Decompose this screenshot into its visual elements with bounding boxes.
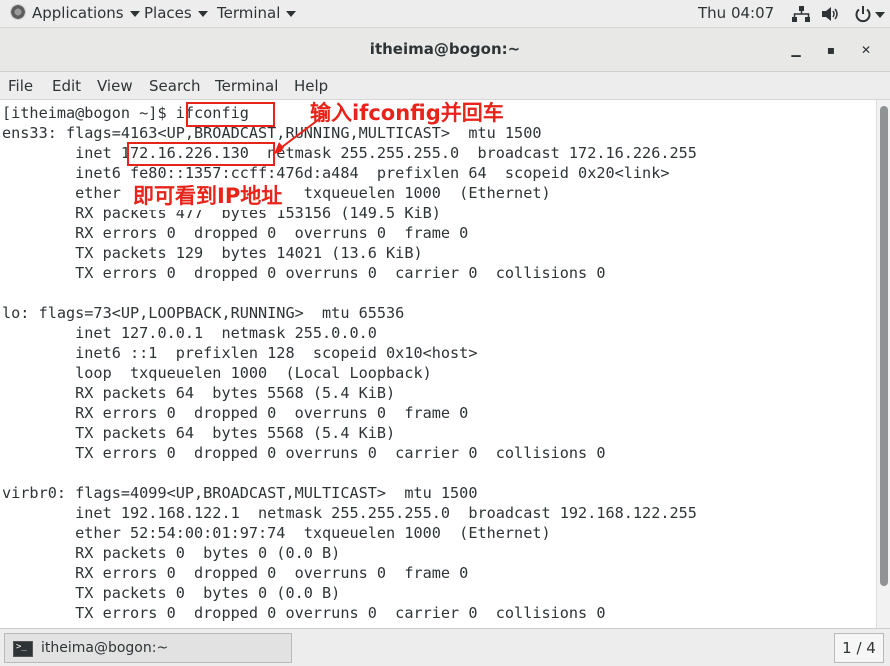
taskbar-window-item[interactable]: >_ itheima@bogon:~ <box>4 633 292 663</box>
scrollbar-thumb[interactable] <box>880 106 888 586</box>
top-panel: Applications Places Terminal Thu 04:07 <box>0 0 890 28</box>
scrollbar[interactable] <box>876 100 890 628</box>
places-label: Places <box>144 4 192 22</box>
network-icon[interactable] <box>792 6 810 22</box>
terminal-icon: >_ <box>13 641 33 657</box>
terminal-line: inet6 fe80::1357:ccff:476d:a484 prefixle… <box>2 164 670 182</box>
chevron-down-icon[interactable] <box>875 12 885 18</box>
command-highlight-box <box>186 102 275 127</box>
terminal-line: TX errors 0 dropped 0 overruns 0 carrier… <box>2 444 606 462</box>
power-icon[interactable] <box>854 5 872 23</box>
ip-annotation: 即可看到IP地址 <box>130 180 286 210</box>
terminal-line: TX errors 0 dropped 0 overruns 0 carrier… <box>2 264 606 282</box>
minimize-button[interactable]: ▁ <box>784 38 808 62</box>
terminal-line: ether 00:0c:29:1a:2b:3c txqueuelen 1000 … <box>75 184 551 202</box>
terminal-line: inet6 ::1 prefixlen 128 scopeid 0x10<hos… <box>2 344 478 362</box>
menu-terminal[interactable]: Terminal <box>215 77 278 95</box>
terminal-line: ether 52:54:00:01:97:74 txqueuelen 1000 … <box>2 524 551 542</box>
chevron-down-icon <box>286 10 297 17</box>
menu-file[interactable]: File <box>8 77 33 95</box>
terminal-output: [itheima@bogon ~]$ ifconfig ens33: flags=… <box>2 103 697 623</box>
maximize-button[interactable]: ▪ <box>819 38 843 62</box>
menu-edit[interactable]: Edit <box>52 77 81 95</box>
terminal-line: RX errors 0 dropped 0 overruns 0 frame 0 <box>2 224 469 242</box>
terminal-line: TX errors 0 dropped 0 overruns 0 carrier… <box>2 604 606 622</box>
terminal-line: RX packets 477 bytes 153156 (149.5 KiB) <box>2 204 441 222</box>
chevron-down-icon <box>197 10 208 17</box>
applications-menu[interactable]: Applications <box>10 4 140 22</box>
close-button[interactable]: ✕ <box>854 38 878 62</box>
menubar: File Edit View Search Terminal Help <box>0 72 890 100</box>
app-menu-icon <box>10 4 26 20</box>
workspace-indicator[interactable]: 1 / 4 <box>834 633 884 663</box>
terminal-line: lo: flags=73<UP,LOOPBACK,RUNNING> mtu 65… <box>2 304 405 322</box>
terminal-app-label: Terminal <box>217 4 281 22</box>
applications-label: Applications <box>32 4 124 22</box>
ip-highlight-box <box>127 142 275 166</box>
bottom-taskbar: >_ itheima@bogon:~ 1 / 4 <box>0 628 890 666</box>
places-menu[interactable]: Places <box>144 4 208 22</box>
window-title: itheima@bogon:~ <box>369 40 521 58</box>
terminal-line: RX packets 64 bytes 5568 (5.4 KiB) <box>2 384 396 402</box>
menu-view[interactable]: View <box>97 77 133 95</box>
annotation-arrow <box>274 113 327 154</box>
menu-search[interactable]: Search <box>149 77 201 95</box>
terminal-line: inet 127.0.0.1 netmask 255.0.0.0 <box>2 324 377 342</box>
terminal-line: virbr0: flags=4099<UP,BROADCAST,MULTICAS… <box>2 484 478 502</box>
clock[interactable]: Thu 04:07 <box>698 4 774 22</box>
chevron-down-icon <box>129 10 140 17</box>
volume-icon[interactable] <box>821 6 839 22</box>
terminal-line: RX errors 0 dropped 0 overruns 0 frame 0 <box>2 564 469 582</box>
terminal-line: RX errors 0 dropped 0 overruns 0 frame 0 <box>2 404 469 422</box>
taskbar-window-label: itheima@bogon:~ <box>41 640 169 656</box>
window-titlebar[interactable]: itheima@bogon:~ ▁ ▪ ✕ <box>0 28 890 72</box>
terminal-app-menu[interactable]: Terminal <box>217 4 297 22</box>
terminal-line: TX packets 129 bytes 14021 (13.6 KiB) <box>2 244 423 262</box>
terminal-line: TX packets 64 bytes 5568 (5.4 KiB) <box>2 424 396 442</box>
terminal-line: RX packets 0 bytes 0 (0.0 B) <box>2 544 341 562</box>
terminal-line: loop txqueuelen 1000 (Local Loopback) <box>2 364 432 382</box>
menu-help[interactable]: Help <box>294 77 328 95</box>
terminal-line: inet 192.168.122.1 netmask 255.255.255.0… <box>2 504 697 522</box>
terminal-line: TX packets 0 bytes 0 (0.0 B) <box>2 584 341 602</box>
